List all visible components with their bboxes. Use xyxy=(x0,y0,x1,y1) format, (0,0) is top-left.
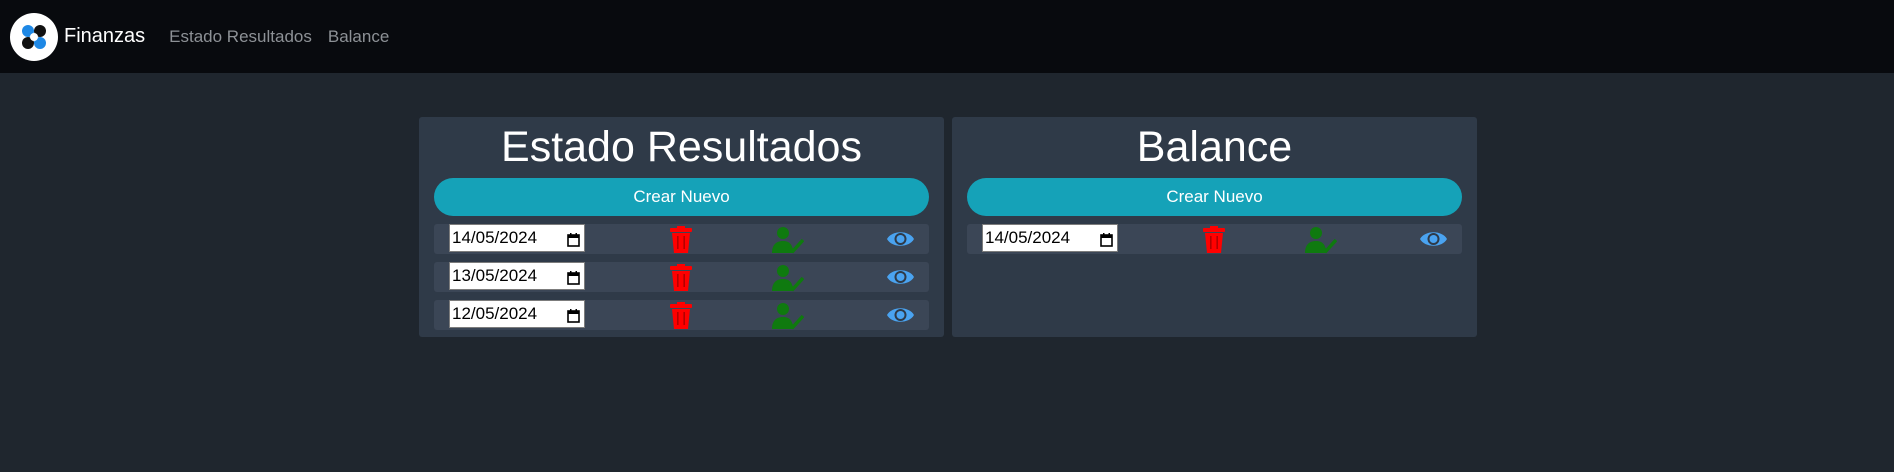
user-check-icon[interactable] xyxy=(772,302,805,335)
trash-icon[interactable] xyxy=(669,264,693,296)
calendar-icon[interactable] xyxy=(567,232,580,252)
eye-icon[interactable] xyxy=(886,229,915,254)
trash-icon[interactable] xyxy=(1202,226,1226,258)
date-input[interactable]: 13/05/2024 xyxy=(449,262,585,290)
estado-resultados-panel: Estado Resultados Crear Nuevo 14/05/2024… xyxy=(419,117,944,337)
user-check-icon[interactable] xyxy=(772,264,805,297)
nav-link-estado-resultados[interactable]: Estado Resultados xyxy=(169,27,312,47)
panel-title: Balance xyxy=(1136,123,1293,171)
date-value: 13/05/2024 xyxy=(452,266,538,285)
user-check-icon[interactable] xyxy=(1305,226,1338,259)
date-value: 14/05/2024 xyxy=(985,228,1071,247)
eye-icon[interactable] xyxy=(886,305,915,330)
navbar: Finanzas Estado Resultados Balance xyxy=(0,0,1894,73)
eye-icon[interactable] xyxy=(1419,229,1448,254)
panel-title: Estado Resultados xyxy=(501,123,862,171)
trash-icon[interactable] xyxy=(669,302,693,334)
date-value: 14/05/2024 xyxy=(452,228,538,247)
date-input[interactable]: 12/05/2024 xyxy=(449,300,585,328)
crear-nuevo-button[interactable]: Crear Nuevo xyxy=(967,178,1462,216)
nav-link-balance[interactable]: Balance xyxy=(328,27,389,47)
user-check-icon[interactable] xyxy=(772,226,805,259)
trash-icon[interactable] xyxy=(669,226,693,258)
brand-name[interactable]: Finanzas xyxy=(64,25,145,48)
list-item: 14/05/2024 xyxy=(434,224,929,254)
eye-icon[interactable] xyxy=(886,267,915,292)
date-input[interactable]: 14/05/2024 xyxy=(449,224,585,252)
list-item: 13/05/2024 xyxy=(434,262,929,292)
calendar-icon[interactable] xyxy=(567,270,580,290)
brand-logo-icon[interactable] xyxy=(10,12,58,61)
balance-panel: Balance Crear Nuevo 14/05/2024 xyxy=(952,117,1477,337)
date-input[interactable]: 14/05/2024 xyxy=(982,224,1118,252)
calendar-icon[interactable] xyxy=(567,308,580,328)
calendar-icon[interactable] xyxy=(1100,232,1113,252)
list-item: 14/05/2024 xyxy=(967,224,1462,254)
date-value: 12/05/2024 xyxy=(452,304,538,323)
crear-nuevo-button[interactable]: Crear Nuevo xyxy=(434,178,929,216)
list-item: 12/05/2024 xyxy=(434,300,929,330)
